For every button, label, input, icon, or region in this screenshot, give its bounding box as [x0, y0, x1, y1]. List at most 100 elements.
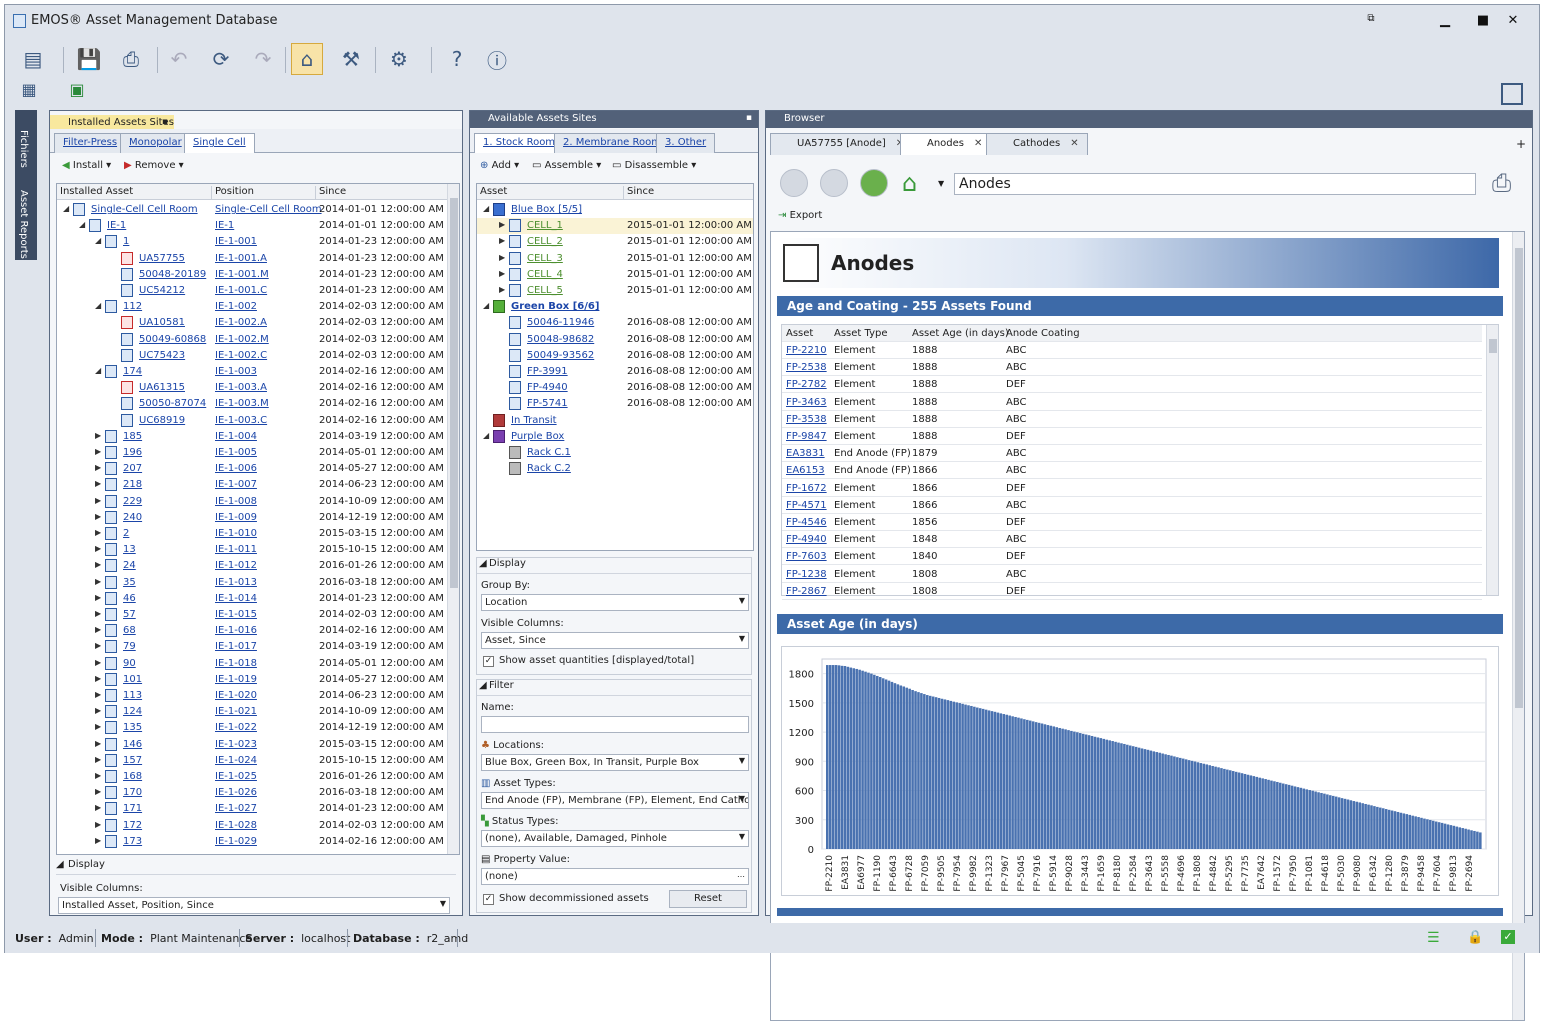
expand-icon[interactable]: ▶ — [95, 706, 101, 715]
expand-icon[interactable]: ▶ — [95, 544, 101, 553]
expand-icon[interactable]: ▶ — [95, 641, 101, 650]
installed-asset-link[interactable]: 172 — [123, 820, 142, 831]
position-link[interactable]: IE-1-003.M — [215, 398, 269, 409]
position-link[interactable]: IE-1-027 — [215, 803, 257, 814]
position-link[interactable]: IE-1-021 — [215, 706, 257, 717]
expand-icon[interactable]: ▶ — [95, 512, 101, 521]
position-link[interactable]: IE-1-008 — [215, 496, 257, 507]
position-link[interactable]: IE-1-001.M — [215, 269, 269, 280]
expand-icon[interactable]: ▶ — [499, 253, 505, 262]
installed-asset-link[interactable]: UC54212 — [139, 285, 185, 296]
available-asset-link[interactable]: Blue Box [5/5] — [511, 204, 582, 215]
expand-icon[interactable]: ▶ — [95, 739, 101, 748]
position-link[interactable]: IE-1-001.A — [215, 253, 267, 264]
asset-link[interactable]: FP-1672 — [786, 483, 827, 494]
col-position[interactable]: Position — [211, 186, 254, 200]
refresh-icon[interactable]: ⟳ — [205, 43, 237, 75]
installed-asset-link[interactable]: 24 — [123, 560, 136, 571]
expand-icon[interactable]: ▶ — [95, 658, 101, 667]
position-link[interactable]: IE-1 — [215, 220, 234, 231]
tree-row[interactable]: ◢ Purple Box — [477, 429, 753, 445]
installed-asset-link[interactable]: 90 — [123, 658, 136, 669]
collapse-icon[interactable]: ◢ — [95, 236, 101, 245]
asset-link[interactable]: EA6153 — [786, 465, 825, 476]
collapse-icon[interactable]: ◢ — [79, 220, 85, 229]
expand-icon[interactable]: ▶ — [499, 220, 505, 229]
expand-icon[interactable]: ▶ — [95, 577, 101, 586]
tree-row[interactable]: ▶ 196 IE-1-005 2014-05-01 12:00:00 AM — [57, 445, 459, 461]
tree-row[interactable]: ▶ 101 IE-1-019 2014-05-27 12:00:00 AM — [57, 672, 459, 688]
expand-icon[interactable]: ▶ — [95, 787, 101, 796]
tree-row[interactable]: ▶ 57 IE-1-015 2014-02-03 12:00:00 AM — [57, 607, 459, 623]
asset-link[interactable]: FP-7603 — [786, 551, 827, 562]
position-link[interactable]: IE-1-026 — [215, 787, 257, 798]
tree-row[interactable]: 50050-87074 IE-1-003.M 2014-02-16 12:00:00… — [57, 396, 459, 412]
expand-icon[interactable]: ▶ — [95, 609, 101, 618]
installed-asset-link[interactable]: 240 — [123, 512, 142, 523]
home-dropdown-icon[interactable]: ▼ — [938, 179, 944, 188]
tree-row[interactable]: ▶ 113 IE-1-020 2014-06-23 12:00:00 AM — [57, 688, 459, 704]
install-button[interactable]: ◀ Install ▾ — [62, 160, 111, 171]
installed-asset-link[interactable]: 13 — [123, 544, 136, 555]
tree-row[interactable]: ▶ CELL_3 2015-01-01 12:00:00 AM — [477, 251, 753, 267]
tree-row[interactable]: 50049-93562 2016-08-08 12:00:00 AM — [477, 348, 753, 364]
tree-row[interactable]: ▶ 171 IE-1-027 2014-01-23 12:00:00 AM — [57, 801, 459, 817]
available-asset-link[interactable]: Green Box [6/6] — [511, 301, 599, 312]
col-installed-asset[interactable]: Installed Asset — [57, 186, 133, 200]
help-icon[interactable]: ? — [441, 43, 473, 75]
tree-row[interactable]: ▶ 2 IE-1-010 2015-03-15 12:00:00 AM — [57, 526, 459, 542]
installed-asset-link[interactable]: 168 — [123, 771, 142, 782]
available-asset-link[interactable]: Rack C.2 — [527, 463, 571, 474]
installed-asset-link[interactable]: UA57755 — [139, 253, 185, 264]
expand-icon[interactable]: ▶ — [95, 560, 101, 569]
pin-icon[interactable]: ▪ — [746, 113, 752, 123]
tree-row[interactable]: ▶ 240 IE-1-009 2014-12-19 12:00:00 AM — [57, 510, 459, 526]
position-link[interactable]: IE-1-001 — [215, 236, 257, 247]
close-tab-icon[interactable]: ✕ — [974, 138, 982, 149]
tree-row[interactable]: ▶ 35 IE-1-013 2016-03-18 12:00:00 AM — [57, 575, 459, 591]
tree-row[interactable]: Rack C.2 — [477, 461, 753, 477]
installed-asset-link[interactable]: UA10581 — [139, 317, 185, 328]
collapse-icon[interactable]: ◢ — [63, 204, 69, 213]
status-types-select[interactable]: (none), Available, Damaged, Pinhole ▼ — [481, 830, 749, 847]
tree-row[interactable]: ▶ 157 IE-1-024 2015-10-15 12:00:00 AM — [57, 753, 459, 769]
position-link[interactable]: IE-1-019 — [215, 674, 257, 685]
tree-row[interactable]: ▶ 90 IE-1-018 2014-05-01 12:00:00 AM — [57, 656, 459, 672]
tree-row[interactable]: In Transit — [477, 413, 753, 429]
installed-asset-link[interactable]: Single-Cell Cell Room — [91, 204, 198, 215]
position-link[interactable]: IE-1-013 — [215, 577, 257, 588]
asset-link[interactable]: FP-4940 — [786, 534, 827, 545]
tree-row[interactable]: ▶ 68 IE-1-016 2014-02-16 12:00:00 AM — [57, 623, 459, 639]
col-asset[interactable]: Asset — [786, 328, 813, 339]
display-header[interactable]: ◢ Display — [477, 558, 751, 574]
installed-asset-link[interactable]: 185 — [123, 431, 142, 442]
property-value-input[interactable]: (none)… — [481, 868, 749, 885]
position-link[interactable]: IE-1-002.M — [215, 334, 269, 345]
position-link[interactable]: IE-1-007 — [215, 479, 257, 490]
position-link[interactable]: IE-1-004 — [215, 431, 257, 442]
installed-asset-link[interactable]: IE-1 — [107, 220, 126, 231]
expand-icon[interactable]: ▶ — [95, 625, 101, 634]
tree-row[interactable]: ▶ 146 IE-1-023 2015-03-15 12:00:00 AM — [57, 737, 459, 753]
side-tab-asset-reports[interactable]: Asset Reports — [18, 190, 29, 259]
forward-icon[interactable] — [820, 169, 848, 197]
available-asset-link[interactable]: 50048-98682 — [527, 334, 594, 345]
col-asset[interactable]: Asset — [477, 186, 507, 200]
asset-link[interactable]: FP-3538 — [786, 414, 827, 425]
tree-row[interactable]: ◢ 112 IE-1-002 2014-02-03 12:00:00 AM — [57, 299, 459, 315]
print-icon[interactable]: ⎙ — [115, 43, 147, 75]
asset-link[interactable]: FP-2782 — [786, 379, 827, 390]
excel-export-icon[interactable]: ▣ — [65, 77, 89, 101]
tree-row[interactable]: FP-3991 2016-08-08 12:00:00 AM — [477, 364, 753, 380]
info-icon[interactable]: ⓘ — [481, 43, 513, 75]
locations-select[interactable]: Blue Box, Green Box, In Transit, Purple … — [481, 754, 749, 771]
report-scrollbar[interactable] — [1512, 232, 1524, 1020]
available-asset-link[interactable]: FP-4940 — [527, 382, 568, 393]
available-asset-link[interactable]: CELL_1 — [527, 220, 563, 231]
collapse-icon[interactable]: ◢ — [483, 431, 489, 440]
expand-icon[interactable]: ▶ — [95, 690, 101, 699]
reload-icon[interactable] — [860, 169, 888, 197]
print-icon[interactable]: ⎙ — [1492, 169, 1511, 197]
table-scrollbar[interactable] — [1486, 325, 1498, 595]
tree-row[interactable]: 50048-98682 2016-08-08 12:00:00 AM — [477, 332, 753, 348]
